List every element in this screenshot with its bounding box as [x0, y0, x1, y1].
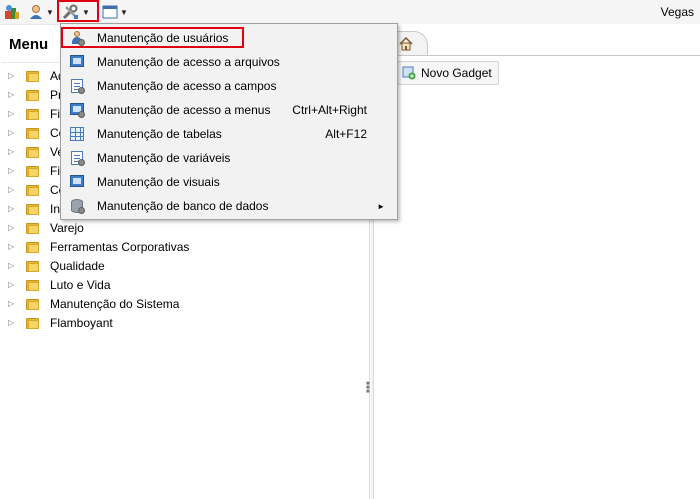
menu-item-visuals[interactable]: Manutenção de visuais — [63, 170, 395, 194]
menu-item-label: Manutenção de acesso a campos — [97, 79, 277, 93]
menu-item-database[interactable]: Manutenção de banco de dados ► — [63, 194, 395, 218]
home-icon — [399, 37, 413, 51]
chevron-down-icon: ▼ — [46, 7, 54, 17]
new-gadget-button[interactable]: Novo Gadget — [397, 61, 499, 85]
menu-icon — [69, 102, 85, 118]
folder-icon — [26, 146, 40, 158]
document-icon — [69, 78, 85, 94]
tools-highlight — [57, 0, 99, 22]
tree-item-label: Manutenção do Sistema — [50, 296, 180, 311]
database-icon — [69, 198, 85, 214]
menu-item-label: Manutenção de acesso a arquivos — [97, 55, 280, 69]
menu-item-tables[interactable]: Manutenção de tabelas Alt+F12 — [63, 122, 395, 146]
screen-icon — [69, 54, 85, 70]
tree-item[interactable]: ▷ Ferramentas Corporativas — [0, 237, 360, 256]
folder-icon — [26, 89, 40, 101]
expand-icon[interactable]: ▷ — [8, 318, 18, 327]
menu-item-menu-access[interactable]: Manutenção de acesso a menus Ctrl+Alt+Ri… — [63, 98, 395, 122]
menu-item-label: Manutenção de tabelas — [97, 127, 222, 141]
user-icon — [30, 5, 42, 19]
tools-dropdown-menu: Manutenção de usuários Manutenção de ace… — [60, 23, 398, 220]
expand-icon[interactable]: ▷ — [8, 185, 18, 194]
folder-icon — [26, 184, 40, 196]
tree-item[interactable]: ▷ Varejo — [0, 218, 360, 237]
expand-icon[interactable]: ▷ — [8, 204, 18, 213]
expand-icon[interactable]: ▷ — [8, 109, 18, 118]
folder-icon — [26, 279, 40, 291]
table-icon — [69, 126, 85, 142]
tree-item-label: Luto e Vida — [50, 277, 111, 292]
expand-icon[interactable]: ▷ — [8, 280, 18, 289]
expand-icon[interactable]: ▷ — [8, 71, 18, 80]
menu-item-label: Manutenção de banco de dados — [97, 199, 269, 213]
screen-icon — [69, 174, 85, 190]
menu-item-variables[interactable]: Manutenção de variáveis — [63, 146, 395, 170]
folder-icon — [26, 165, 40, 177]
user-menu-button[interactable]: ▼ — [28, 2, 54, 22]
folder-icon — [26, 222, 40, 234]
expand-icon[interactable]: ▷ — [8, 90, 18, 99]
tree-item-label: Ferramentas Corporativas — [50, 239, 190, 254]
document-icon — [69, 150, 85, 166]
folder-icon — [26, 260, 40, 272]
expand-icon[interactable]: ▷ — [8, 223, 18, 232]
modules-icon — [5, 5, 19, 19]
tree-item-label: Flamboyant — [50, 315, 113, 330]
expand-icon[interactable]: ▷ — [8, 128, 18, 137]
toolbar: ▼ ▼ ▼ Vegas — [0, 0, 700, 24]
divider — [375, 55, 700, 56]
modules-button[interactable] — [4, 2, 20, 22]
chevron-right-icon: ► — [377, 201, 385, 211]
chevron-down-icon: ▼ — [120, 7, 128, 17]
folder-icon — [26, 70, 40, 82]
window-icon — [102, 5, 118, 19]
expand-icon[interactable]: ▷ — [8, 242, 18, 251]
folder-icon — [26, 317, 40, 329]
menu-item-shortcut: Alt+F12 — [325, 127, 367, 141]
menu-item-label: Manutenção de visuais — [97, 175, 220, 189]
folder-icon — [26, 241, 40, 253]
tree-item-label: Qualidade — [50, 258, 105, 273]
expand-icon[interactable]: ▷ — [8, 147, 18, 156]
folder-icon — [26, 298, 40, 310]
new-gadget-icon — [402, 66, 416, 80]
tree-item-label: Varejo — [50, 220, 84, 235]
menu-item-label: Manutenção de variáveis — [97, 151, 231, 165]
expand-icon[interactable]: ▷ — [8, 166, 18, 175]
workspace-panel: Novo Gadget — [375, 24, 700, 499]
folder-icon — [26, 108, 40, 120]
app-window: ▼ ▼ ▼ Vegas Menu ▷Ad ▷Pro ▷Fin — [0, 0, 700, 499]
panel-title: Menu — [9, 36, 49, 53]
menu-item-shortcut: Ctrl+Alt+Right — [292, 103, 367, 117]
user-maintenance-highlight — [61, 27, 244, 48]
splitter-grip-icon[interactable]: ■ ■ ■ — [366, 381, 370, 395]
menu-item-field-access[interactable]: Manutenção de acesso a campos — [63, 74, 395, 98]
tree-item[interactable]: ▷ Manutenção do Sistema — [0, 294, 360, 313]
new-gadget-label: Novo Gadget — [421, 66, 492, 80]
menu-item-label: Manutenção de acesso a menus — [97, 103, 271, 117]
expand-icon[interactable]: ▷ — [8, 261, 18, 270]
window-menu-button[interactable]: ▼ — [102, 2, 128, 22]
tree-item[interactable]: ▷ Flamboyant — [0, 313, 360, 332]
menu-item-file-access[interactable]: Manutenção de acesso a arquivos — [63, 50, 395, 74]
expand-icon[interactable]: ▷ — [8, 299, 18, 308]
tree-item[interactable]: ▷ Qualidade — [0, 256, 360, 275]
tree-item[interactable]: ▷ Luto e Vida — [0, 275, 360, 294]
folder-icon — [26, 127, 40, 139]
user-name: Vegas — [660, 5, 694, 19]
folder-icon — [26, 203, 40, 215]
